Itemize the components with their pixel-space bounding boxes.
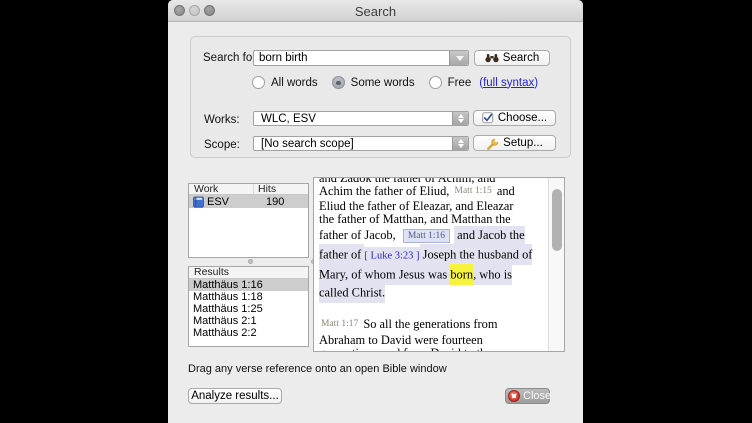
table-row[interactable]: ESV190 <box>189 195 308 208</box>
results-header-label: Results <box>189 267 253 278</box>
verse-text-segment: the father of Matthan, and Matthan the <box>319 212 511 226</box>
full-syntax: (full syntax) <box>479 77 538 89</box>
analyze-results-label: Analyze results... <box>191 390 279 402</box>
works-popup[interactable]: WLC, ESV <box>253 111 469 126</box>
setup-button-label: Setup... <box>503 137 543 149</box>
hit-count: 190 <box>261 196 284 208</box>
search-combobox[interactable] <box>253 50 469 66</box>
title-bar[interactable]: Search <box>168 0 583 22</box>
verse-text-segment: and <box>494 184 515 198</box>
scrollbar-thumb[interactable] <box>552 189 562 251</box>
works-label: Works: <box>204 114 240 126</box>
work-name: ESV <box>207 196 261 208</box>
works-popup-value: WLC, ESV <box>261 113 316 125</box>
verse-text-segment: Achim the father of Eliud, <box>319 184 453 198</box>
choose-button-label: Choose... <box>498 112 547 124</box>
verse-ref: Matt 1:15 <box>453 186 494 196</box>
highlighted-text: called Christ. <box>319 282 385 303</box>
highlighted-text: Joseph the husband of <box>420 244 533 265</box>
radio-label-all-words: All words <box>271 77 318 89</box>
verse-line: Matt 1:17 So all the generations from <box>319 318 534 334</box>
list-item[interactable]: Matthäus 1:25 <box>189 303 308 315</box>
window-title: Search <box>168 4 583 19</box>
verse-line: Mary, of whom Jesus was born, who is <box>319 265 534 283</box>
paren-close: ) <box>534 77 538 89</box>
hit-word: born <box>450 264 473 285</box>
verse-text-segment: generations, and from David to the <box>319 346 492 353</box>
analyze-results-button[interactable]: Analyze results... <box>188 388 282 404</box>
binoculars-icon <box>485 53 499 63</box>
list-item[interactable]: Matthäus 1:16 <box>189 279 308 291</box>
results-list-body: Matthäus 1:16Matthäus 1:18Matthäus 1:25M… <box>189 279 308 339</box>
verse-line: father of [ Luke 3:23 ] Joseph the husba… <box>319 245 534 265</box>
hits-table: Work Hits ESV190 <box>188 183 309 258</box>
verse-text-panel: and Zadok the father of Achim, andAchim … <box>313 177 565 352</box>
setup-button[interactable]: Setup... <box>473 135 556 151</box>
radio-label-some-words: Some words <box>351 77 415 89</box>
search-button[interactable]: Search <box>474 50 550 66</box>
verse-line: called Christ. <box>319 283 534 301</box>
radio-free[interactable] <box>429 76 442 89</box>
verse-line: father of Jacob, Matt 1:16 and Jacob the <box>319 227 534 245</box>
close-button-label: Close <box>523 390 551 402</box>
search-for-label: Search for: <box>203 52 259 64</box>
results-header: Results <box>189 267 308 279</box>
column-header-work[interactable]: Work <box>189 184 253 194</box>
search-input[interactable] <box>254 51 447 65</box>
highlighted-text: and Jacob the <box>454 226 525 244</box>
full-syntax-link[interactable]: full syntax <box>483 77 534 89</box>
combo-dropdown-button[interactable] <box>449 51 468 65</box>
book-icon <box>193 196 204 208</box>
chevron-down-icon <box>456 56 464 61</box>
search-window: Search Search for: Search All words Some … <box>168 0 583 423</box>
highlighted-text: father of <box>319 244 364 265</box>
list-item[interactable]: Matthäus 2:1 <box>189 315 308 327</box>
choose-button[interactable]: Choose... <box>473 110 556 126</box>
cross-ref-link[interactable]: [ Luke 3:23 ] <box>364 247 419 265</box>
wrench-icon <box>486 137 499 150</box>
highlighted-text: , who is <box>473 264 512 285</box>
verse-line: Achim the father of Eliud, Matt 1:15 and <box>319 185 534 200</box>
radio-label-free: Free <box>448 77 472 89</box>
selected-verse-ref[interactable]: Matt 1:16 <box>403 229 450 243</box>
verse-ref: Matt 1:17 <box>319 319 360 329</box>
verse-text-segment: Abraham to David were fourteen <box>319 333 483 347</box>
verse-text: and Zadok the father of Achim, andAchim … <box>319 177 534 352</box>
checkbox-icon <box>482 112 494 124</box>
hits-table-body: ESV190 <box>189 195 308 208</box>
scope-popup-value: [No search scope] <box>261 138 354 150</box>
close-button[interactable]: Close <box>505 388 550 404</box>
results-list: Results Matthäus 1:16Matthäus 1:18Matthä… <box>188 266 309 347</box>
drag-hint-text: Drag any verse reference onto an open Bi… <box>188 363 447 375</box>
splitter-handle[interactable] <box>248 259 253 264</box>
search-button-label: Search <box>503 52 539 64</box>
verse-text-segment: father of Jacob, <box>319 228 399 242</box>
vertical-scrollbar[interactable] <box>548 178 564 351</box>
radio-all-words[interactable] <box>252 76 265 89</box>
word-mode-radios: All words Some words Free (full syntax) <box>252 75 538 90</box>
screen: Search Search for: Search All words Some … <box>0 0 752 423</box>
popup-stepper-icon <box>452 137 468 150</box>
column-header-hits[interactable]: Hits <box>253 184 308 194</box>
verse-text-segment: So all the generations from <box>360 317 497 331</box>
radio-some-words[interactable] <box>332 76 345 89</box>
search-options-group: Search for: Search All words Some words Fr… <box>190 36 571 158</box>
scope-popup[interactable]: [No search scope] <box>253 136 469 151</box>
popup-stepper-icon <box>452 112 468 125</box>
verse-text-segment: Eliud the father of Eleazar, and Eleazar <box>319 199 514 213</box>
list-item[interactable]: Matthäus 1:18 <box>189 291 308 303</box>
verse-line: the father of Matthan, and Matthan the <box>319 213 534 226</box>
hits-table-header[interactable]: Work Hits <box>189 184 308 195</box>
list-item[interactable]: Matthäus 2:2 <box>189 327 308 339</box>
scope-label: Scope: <box>204 139 240 151</box>
verse-line: generations, and from David to the <box>319 347 534 353</box>
close-x-icon <box>508 390 520 402</box>
